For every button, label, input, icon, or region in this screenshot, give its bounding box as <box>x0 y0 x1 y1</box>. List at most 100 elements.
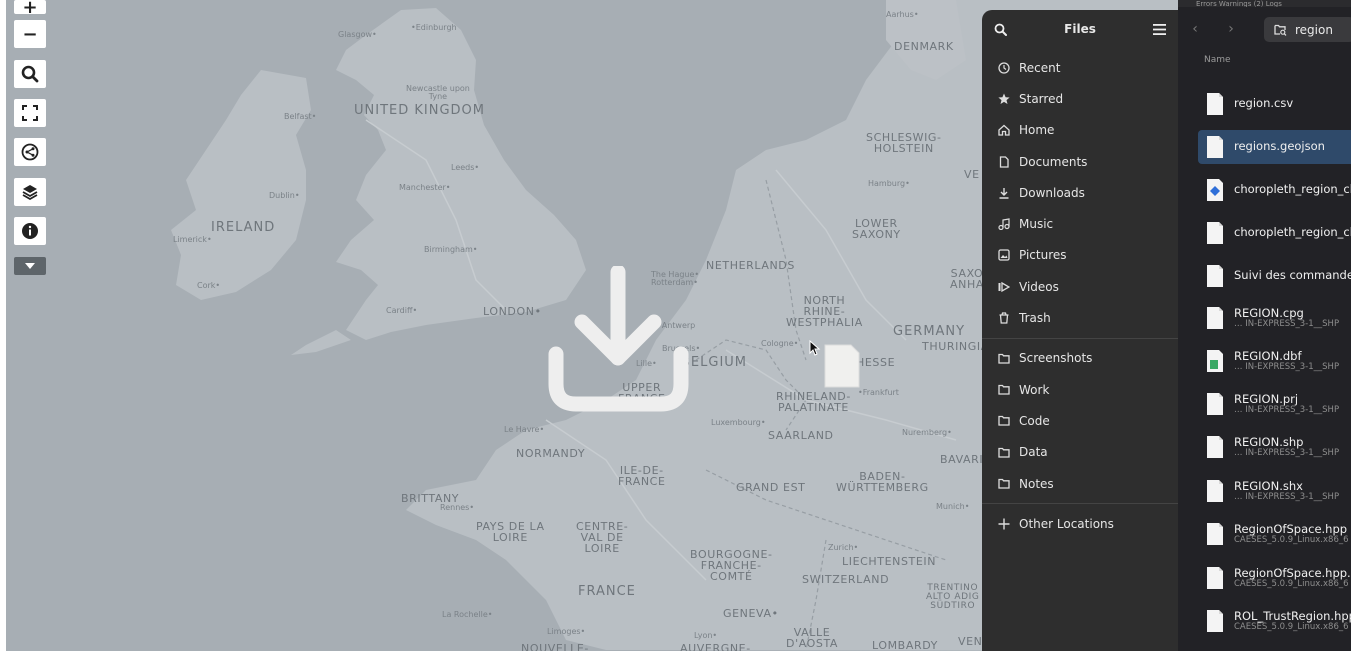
city-label-geneva: GENEVA• <box>723 607 779 620</box>
forward-arrow-icon[interactable]: › <box>1220 21 1242 37</box>
document-file-icon <box>1207 93 1223 115</box>
sidebar-item-music[interactable]: Music <box>982 208 1178 239</box>
city-label-birmingham: Birmingham• <box>424 245 478 254</box>
sidebar-item-pictures[interactable]: Pictures <box>982 240 1178 271</box>
layers-button[interactable] <box>14 178 46 206</box>
document-file-icon <box>1207 265 1223 287</box>
column-header-name[interactable]: Name <box>1204 55 1231 65</box>
file-name: choropleth_region_ch <box>1234 182 1351 197</box>
file-row[interactable]: RegionOfSpace.hpp.in CAESES_5.0.9_Linux.x… <box>1198 561 1351 595</box>
file-text: choropleth_region_ch <box>1234 226 1351 239</box>
city-label-limoges: Limoges• <box>547 627 586 636</box>
sidebar-item-notes[interactable]: Notes <box>982 468 1178 499</box>
map-label-lombardy: LOMBARDY <box>872 639 938 651</box>
file-text: ROL_TrustRegion.hpp CAESES_5.0.9_Linux.x8… <box>1234 609 1351 633</box>
map-label-saxony-anhalt: SAXO ANHA <box>950 267 984 291</box>
city-label-leeds: Leeds• <box>451 163 480 172</box>
sidebar-item-data[interactable]: Data <box>982 437 1178 468</box>
file-row[interactable]: REGION.dbf… IN-EXPRESS_3-1__SHP <box>1198 344 1351 378</box>
map-label-nrw: NORTH RHINE- WESTPHALIA <box>786 294 863 329</box>
zoom-in-button[interactable]: + <box>14 0 46 17</box>
file-name: REGION.shp <box>1234 434 1304 449</box>
dragged-file-icon <box>824 344 860 388</box>
application-file-icon <box>1207 179 1223 201</box>
city-label-luxembourg: Luxembourg• <box>711 418 766 427</box>
city-label-la-rochelle: La Rochelle• <box>442 610 493 619</box>
clock-icon <box>998 61 1010 74</box>
file-row[interactable]: RegionOfSpace.hpp CAESES_5.0.9_Linux.x86_… <box>1198 517 1351 551</box>
file-row[interactable]: REGION.shp… IN-EXPRESS_3-1__SHP <box>1198 430 1351 464</box>
sidebar-item-screenshots[interactable]: Screenshots <box>982 343 1178 374</box>
music-icon <box>998 218 1010 231</box>
sidebar-item-label: Work <box>1019 382 1050 397</box>
sidebar-item-label: Videos <box>1019 279 1059 294</box>
sidebar-item-documents[interactable]: Documents <box>982 146 1178 177</box>
file-row[interactable]: regions.geojson <box>1198 130 1351 164</box>
sidebar-item-trash[interactable]: Trash <box>982 302 1178 333</box>
sidebar-item-label: Code <box>1019 413 1050 428</box>
folder-icon <box>998 415 1010 427</box>
file-row[interactable]: REGION.shx… IN-EXPRESS_3-1__SHP <box>1198 474 1351 508</box>
sidebar-item-label: Downloads <box>1019 185 1085 200</box>
sidebar-item-label: Data <box>1019 445 1048 460</box>
top-strip: Errors Warnings (2) Logs <box>1178 0 1351 7</box>
file-name: region.csv <box>1234 96 1294 111</box>
share-button[interactable] <box>14 138 46 166</box>
sidebar-item-videos[interactable]: Videos <box>982 271 1178 302</box>
city-label-belfast: Belfast• <box>284 112 317 121</box>
city-label-hamburg: Hamburg• <box>868 179 910 188</box>
file-row[interactable]: REGION.prj… IN-EXPRESS_3-1__SHP <box>1198 387 1351 421</box>
sidebar-item-downloads[interactable]: Downloads <box>982 177 1178 208</box>
back-arrow-icon[interactable]: ‹ <box>1184 21 1206 37</box>
expand-controls-button[interactable] <box>14 257 46 275</box>
city-label-edinburgh: •Edinburgh <box>411 23 457 32</box>
sidebar-item-starred[interactable]: Starred <box>982 83 1178 114</box>
search-button[interactable] <box>14 60 46 88</box>
document-file-icon <box>1207 480 1223 502</box>
file-name: RegionOfSpace.hpp <box>1234 521 1348 536</box>
file-row[interactable]: Suivi des commandes <box>1198 259 1351 293</box>
file-text: REGION.cpg… IN-EXPRESS_3-1__SHP <box>1234 305 1339 330</box>
file-text: choropleth_region_ch <box>1234 183 1351 196</box>
hamburger-menu-icon[interactable] <box>1153 23 1166 35</box>
file-text: region.csv <box>1234 97 1293 110</box>
map-label-germany: GERMANY <box>893 324 966 339</box>
places-list: Recent Starred Home Documents Downloads … <box>982 52 1178 334</box>
info-button[interactable] <box>14 217 46 245</box>
spreadsheet-file-icon <box>1207 350 1223 372</box>
file-name: REGION.dbf <box>1234 348 1302 363</box>
fullscreen-button[interactable] <box>14 99 46 127</box>
map-label-hesse: HESSE <box>856 356 896 369</box>
file-location: CAESES_5.0.9_Linux.x86_6 <box>1234 534 1349 545</box>
sidebar-item-work[interactable]: Work <box>982 374 1178 405</box>
picture-icon <box>998 249 1010 262</box>
file-row[interactable]: choropleth_region_ch <box>1198 173 1351 207</box>
sidebar-item-label: Screenshots <box>1019 351 1093 366</box>
sidebar-item-recent[interactable]: Recent <box>982 52 1178 83</box>
sidebar-item-home[interactable]: Home <box>982 115 1178 146</box>
file-row[interactable]: ROL_TrustRegion.hpp CAESES_5.0.9_Linux.x8… <box>1198 604 1351 638</box>
sidebar-item-other-locations[interactable]: Other Locations <box>982 508 1178 539</box>
sidebar-item-label: Documents <box>1019 154 1088 169</box>
map-label-rhineland: RHINELAND- PALATINATE <box>776 390 851 414</box>
file-location: … IN-EXPRESS_3-1__SHP <box>1234 491 1340 502</box>
map-label-ile-de-france: ILE-DE- FRANCE <box>618 464 666 488</box>
document-file-icon <box>1207 307 1223 329</box>
file-row[interactable]: REGION.cpg… IN-EXPRESS_3-1__SHP <box>1198 301 1351 335</box>
sidebar-item-code[interactable]: Code <box>982 405 1178 436</box>
map-label-auvergne: AUVERGNE- <box>680 642 751 651</box>
map-label-lower-saxony: LOWER SAXONY <box>852 217 901 241</box>
sidebar-separator <box>982 337 1178 339</box>
info-icon <box>22 223 38 239</box>
zoom-out-button[interactable]: − <box>14 20 46 48</box>
file-text: Suivi des commandes <box>1234 269 1351 282</box>
map-label-denmark: DENMARK <box>894 40 954 53</box>
location-entry[interactable]: region <box>1264 17 1351 42</box>
file-name: REGION.cpg <box>1234 305 1304 320</box>
search-icon[interactable] <box>994 23 1007 36</box>
home-icon <box>998 124 1010 136</box>
file-row[interactable]: region.csv <box>1198 87 1351 121</box>
city-label-munich: Munich• <box>936 502 970 511</box>
map-label-pays-de-la-loire: PAYS DE LA LOIRE <box>476 520 545 544</box>
file-row[interactable]: choropleth_region_ch <box>1198 216 1351 250</box>
